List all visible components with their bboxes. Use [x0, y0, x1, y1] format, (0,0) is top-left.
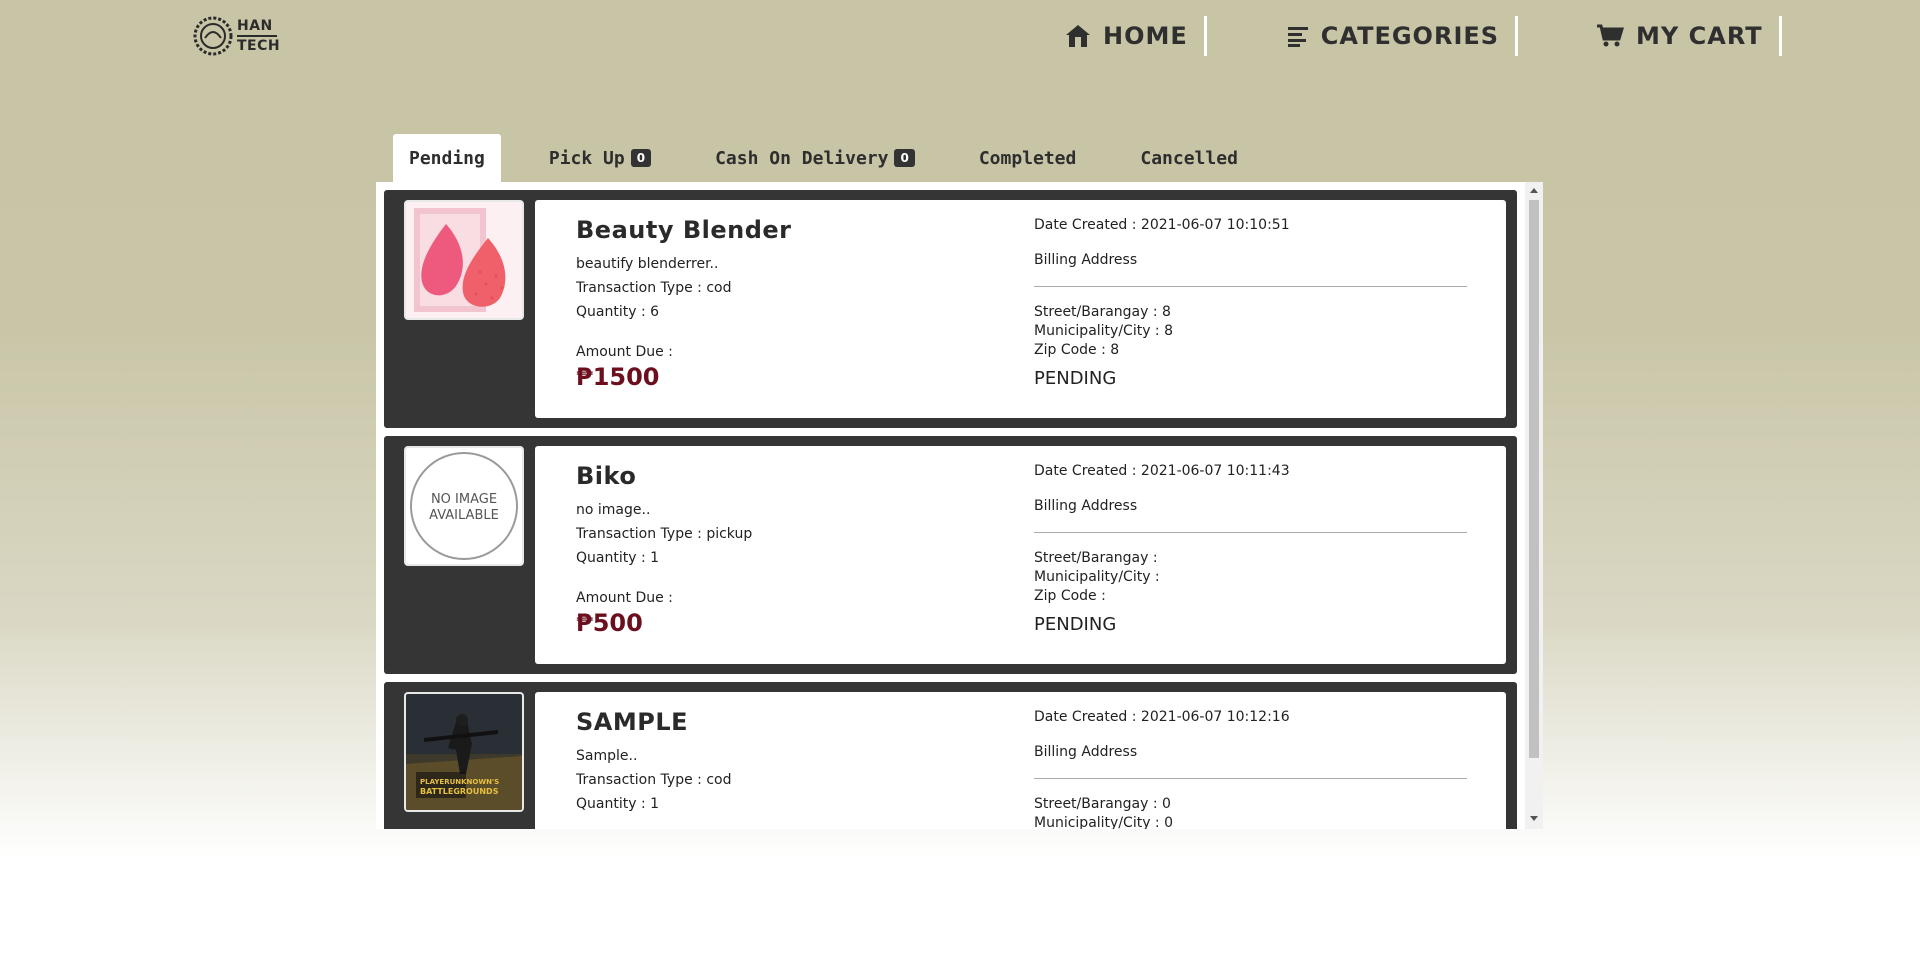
zip-code: Zip Code : — [1034, 588, 1106, 604]
nav-home-label: HOME — [1103, 22, 1188, 50]
billing-address-label: Billing Address — [1034, 498, 1138, 514]
tab-cash-on-delivery-label: Cash On Delivery — [715, 147, 889, 169]
transaction-type: Transaction Type : cod — [576, 280, 732, 296]
tab-pick-up[interactable]: Pick Up 0 — [533, 134, 667, 182]
logo[interactable]: HAN TECH — [193, 16, 280, 56]
tab-pick-up-label: Pick Up — [548, 147, 625, 169]
nav-divider — [1515, 16, 1519, 56]
tab-cancelled[interactable]: Cancelled — [1124, 134, 1254, 182]
no-image-text: NO IMAGE AVAILABLE — [406, 492, 522, 524]
nav-home[interactable]: HOME — [1065, 16, 1188, 56]
order-status-tabs: Pending Pick Up 0 Cash On Delivery 0 Com… — [393, 134, 1286, 182]
nav-my-cart[interactable]: MY CART — [1596, 16, 1763, 56]
billing-divider — [1034, 532, 1467, 533]
product-name: SAMPLE — [576, 708, 689, 736]
tab-completed-label: Completed — [978, 147, 1077, 169]
order-details: SAMPLE Sample.. Transaction Type : cod Q… — [535, 692, 1506, 829]
logo-text: HAN TECH — [237, 17, 280, 55]
transaction-type: Transaction Type : cod — [576, 772, 732, 788]
order-status: PENDING — [1034, 614, 1117, 635]
nav-my-cart-label: MY CART — [1636, 22, 1763, 50]
tab-cancelled-label: Cancelled — [1140, 147, 1238, 169]
nav-divider — [1778, 16, 1782, 56]
beauty-blender-image — [406, 202, 522, 318]
tab-completed[interactable]: Completed — [963, 134, 1093, 182]
svg-text:PLAYERUNKNOWN'S: PLAYERUNKNOWN'S — [420, 778, 499, 786]
cart-icon — [1597, 24, 1625, 47]
logo-emblem-icon — [193, 16, 233, 56]
order-details: Biko no image.. Transaction Type : picku… — [535, 446, 1506, 664]
nav-divider — [1203, 16, 1207, 56]
order-card: PLAYERUNKNOWN'S BATTLEGROUNDS SAMPLE Sam… — [384, 682, 1517, 829]
product-image: PLAYERUNKNOWN'S BATTLEGROUNDS — [404, 692, 524, 812]
battlegrounds-image: PLAYERUNKNOWN'S BATTLEGROUNDS — [406, 694, 522, 810]
street-barangay: Street/Barangay : 0 — [1034, 796, 1171, 812]
scroll-up-arrow-icon[interactable] — [1530, 188, 1538, 193]
product-image: NO IMAGE AVAILABLE — [404, 446, 524, 566]
product-description: no image.. — [576, 502, 651, 518]
municipality-city: Municipality/City : 8 — [1034, 323, 1174, 339]
quantity: Quantity : 6 — [576, 304, 660, 320]
date-created: Date Created : 2021-06-07 10:10:51 — [1034, 217, 1290, 233]
amount-due: ₱1500 — [576, 363, 660, 391]
transaction-type: Transaction Type : pickup — [576, 526, 753, 542]
quantity: Quantity : 1 — [576, 796, 660, 812]
billing-divider — [1034, 778, 1467, 779]
amount-due-label: Amount Due : — [576, 590, 673, 606]
orders-panel: Beauty Blender beautify blenderrer.. Tra… — [376, 182, 1543, 829]
date-created: Date Created : 2021-06-07 10:12:16 — [1034, 709, 1290, 725]
order-card: Beauty Blender beautify blenderrer.. Tra… — [384, 190, 1517, 428]
billing-address-label: Billing Address — [1034, 744, 1138, 760]
product-image — [404, 200, 524, 320]
date-created: Date Created : 2021-06-07 10:11:43 — [1034, 463, 1290, 479]
billing-divider — [1034, 286, 1467, 287]
tab-cash-on-delivery-count-badge: 0 — [894, 149, 915, 167]
categories-icon — [1287, 27, 1308, 47]
product-name: Biko — [576, 462, 637, 490]
home-icon — [1066, 25, 1090, 47]
product-description: beautify blenderrer.. — [576, 256, 719, 272]
street-barangay: Street/Barangay : 8 — [1034, 304, 1171, 320]
logo-line-1: HAN — [237, 18, 273, 34]
municipality-city: Municipality/City : — [1034, 569, 1160, 585]
municipality-city: Municipality/City : 0 — [1034, 815, 1174, 829]
nav-categories[interactable]: CATEGORIES — [1287, 16, 1499, 56]
tab-cash-on-delivery[interactable]: Cash On Delivery 0 — [699, 134, 931, 182]
no-image-line-1: NO IMAGE — [430, 492, 498, 507]
nav-categories-label: CATEGORIES — [1320, 22, 1500, 50]
scroll-down-arrow-icon[interactable] — [1530, 816, 1538, 821]
main-nav: HOME CATEGORIES MY CART — [1065, 16, 1782, 56]
quantity: Quantity : 1 — [576, 550, 660, 566]
order-card: NO IMAGE AVAILABLE Biko no image.. Trans… — [384, 436, 1517, 674]
orders-scrollbar[interactable] — [1525, 182, 1543, 829]
logo-line-2: TECH — [237, 38, 281, 54]
tab-pending-label: Pending — [409, 147, 485, 169]
amount-due-label: Amount Due : — [576, 344, 673, 360]
billing-address-label: Billing Address — [1034, 252, 1138, 268]
amount-due: ₱500 — [576, 609, 643, 637]
product-description: Sample.. — [576, 748, 638, 764]
order-details: Beauty Blender beautify blenderrer.. Tra… — [535, 200, 1506, 418]
no-image-line-2: AVAILABLE — [429, 508, 499, 523]
zip-code: Zip Code : 8 — [1034, 342, 1120, 358]
tab-pending[interactable]: Pending — [393, 134, 501, 182]
product-name: Beauty Blender — [576, 216, 792, 244]
street-barangay: Street/Barangay : — [1034, 550, 1158, 566]
order-status: PENDING — [1034, 368, 1117, 389]
tab-pick-up-count-badge: 0 — [630, 149, 652, 167]
orders-list[interactable]: Beauty Blender beautify blenderrer.. Tra… — [376, 182, 1525, 829]
svg-text:BATTLEGROUNDS: BATTLEGROUNDS — [420, 787, 499, 796]
scrollbar-thumb[interactable] — [1529, 200, 1539, 758]
